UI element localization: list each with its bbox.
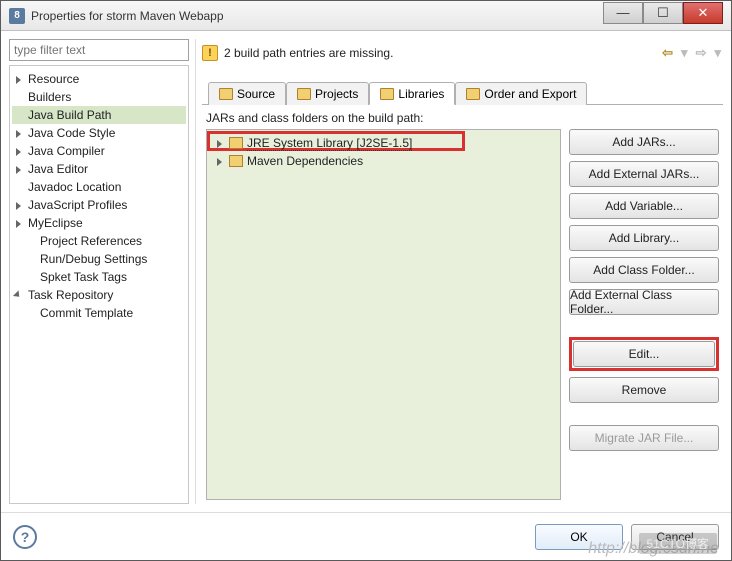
tab-label: Libraries: [398, 87, 444, 101]
tab-label: Projects: [315, 87, 358, 101]
tree-item-resource[interactable]: Resource: [12, 70, 186, 88]
right-panel: ! 2 build path entries are missing. ⇦ ▾ …: [195, 39, 723, 504]
tree-item-project-references[interactable]: Project References: [12, 232, 186, 250]
warning-icon: !: [202, 45, 218, 61]
button-column: Add JARs... Add External JARs... Add Var…: [569, 129, 719, 500]
add-library-button[interactable]: Add Library...: [569, 225, 719, 251]
properties-dialog: 8 Properties for storm Maven Webapp — ☐ …: [0, 0, 732, 561]
tab-order-and-export[interactable]: Order and Export: [455, 82, 587, 105]
add-variable-button[interactable]: Add Variable...: [569, 193, 719, 219]
tab-label: Source: [237, 87, 275, 101]
footer: ? OK Cancel: [1, 512, 731, 560]
add-external-jars-button[interactable]: Add External JARs...: [569, 161, 719, 187]
content-area: ResourceBuildersJava Build PathJava Code…: [1, 31, 731, 512]
cancel-button[interactable]: Cancel: [631, 524, 719, 550]
filter-input[interactable]: [9, 39, 189, 61]
nav-back-menu-icon[interactable]: ▾: [679, 45, 690, 61]
minimize-button[interactable]: —: [603, 2, 643, 24]
remove-button[interactable]: Remove: [569, 377, 719, 403]
section-label: JARs and class folders on the build path…: [206, 111, 719, 125]
jar-item[interactable]: JRE System Library [J2SE-1.5]: [211, 134, 556, 152]
tab-libraries[interactable]: Libraries: [369, 82, 455, 105]
tree-item-commit-template[interactable]: Commit Template: [12, 304, 186, 322]
folder-icon: [466, 88, 480, 100]
help-icon[interactable]: ?: [13, 525, 37, 549]
footer-buttons: OK Cancel: [535, 524, 719, 550]
window-title: Properties for storm Maven Webapp: [31, 9, 603, 23]
tree-item-spket-task-tags[interactable]: Spket Task Tags: [12, 268, 186, 286]
property-tree[interactable]: ResourceBuildersJava Build PathJava Code…: [9, 65, 189, 504]
nav-arrows: ⇦ ▾ ⇨ ▾: [660, 45, 723, 61]
titlebar: 8 Properties for storm Maven Webapp — ☐ …: [1, 1, 731, 31]
folder-icon: [219, 88, 233, 100]
libraries-tab-content: JARs and class folders on the build path…: [202, 105, 723, 504]
tab-source[interactable]: Source: [208, 82, 286, 105]
warning-text: 2 build path entries are missing.: [224, 46, 660, 60]
tabs-row: Source Projects Libraries Order and Export: [202, 81, 723, 105]
edit-button[interactable]: Edit...: [573, 341, 715, 367]
add-external-class-folder-button[interactable]: Add External Class Folder...: [569, 289, 719, 315]
jar-row: JRE System Library [J2SE-1.5] Maven Depen…: [206, 129, 719, 500]
library-icon: [229, 155, 243, 167]
jar-item[interactable]: Maven Dependencies: [211, 152, 556, 170]
tab-label: Order and Export: [484, 87, 576, 101]
tree-item-task-repository[interactable]: Task Repository: [12, 286, 186, 304]
tree-item-javadoc-location[interactable]: Javadoc Location: [12, 178, 186, 196]
library-icon: [229, 137, 243, 149]
nav-back-icon[interactable]: ⇦: [660, 45, 675, 61]
add-class-folder-button[interactable]: Add Class Folder...: [569, 257, 719, 283]
tree-item-java-code-style[interactable]: Java Code Style: [12, 124, 186, 142]
tree-item-java-compiler[interactable]: Java Compiler: [12, 142, 186, 160]
tree-item-javascript-profiles[interactable]: JavaScript Profiles: [12, 196, 186, 214]
nav-forward-icon[interactable]: ⇨: [694, 45, 709, 61]
folder-icon: [380, 88, 394, 100]
tab-projects[interactable]: Projects: [286, 82, 369, 105]
annotation-highlight-edit: Edit...: [569, 337, 719, 371]
left-panel: ResourceBuildersJava Build PathJava Code…: [9, 39, 189, 504]
close-button[interactable]: ✕: [683, 2, 723, 24]
tree-item-myeclipse[interactable]: MyEclipse: [12, 214, 186, 232]
app-icon: 8: [9, 8, 25, 24]
window-controls: — ☐ ✕: [603, 2, 723, 24]
tree-item-java-build-path[interactable]: Java Build Path: [12, 106, 186, 124]
folder-icon: [297, 88, 311, 100]
jar-item-label: Maven Dependencies: [247, 154, 363, 168]
nav-forward-menu-icon[interactable]: ▾: [712, 45, 723, 61]
tree-item-builders[interactable]: Builders: [12, 88, 186, 106]
tree-item-java-editor[interactable]: Java Editor: [12, 160, 186, 178]
add-jars-button[interactable]: Add JARs...: [569, 129, 719, 155]
maximize-button[interactable]: ☐: [643, 2, 683, 24]
jar-list[interactable]: JRE System Library [J2SE-1.5] Maven Depen…: [206, 129, 561, 500]
ok-button[interactable]: OK: [535, 524, 623, 550]
migrate-jar-button: Migrate JAR File...: [569, 425, 719, 451]
tree-item-run-debug-settings[interactable]: Run/Debug Settings: [12, 250, 186, 268]
jar-item-label: JRE System Library [J2SE-1.5]: [247, 136, 412, 151]
header-row: ! 2 build path entries are missing. ⇦ ▾ …: [202, 39, 723, 67]
